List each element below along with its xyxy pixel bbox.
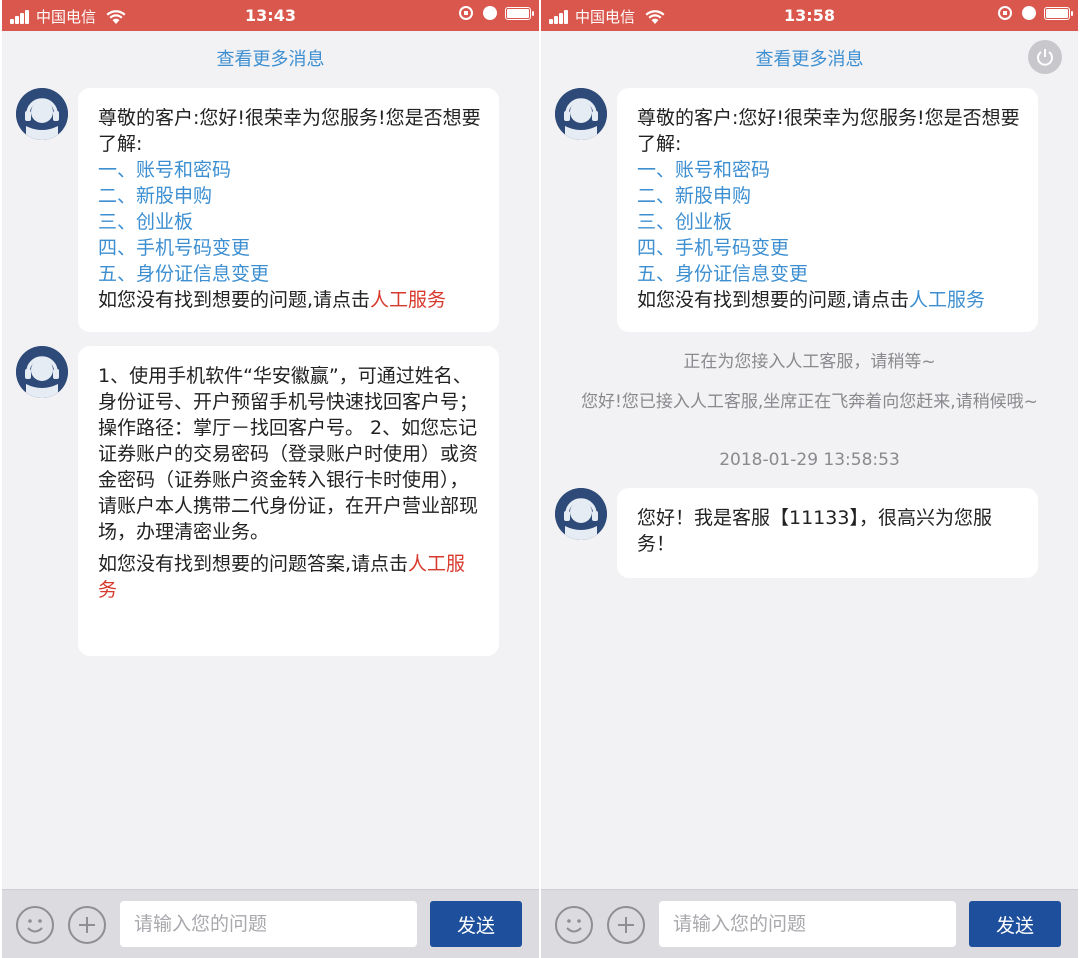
headset-icon <box>16 88 68 140</box>
alarm-icon <box>1022 6 1036 20</box>
smiley-icon <box>27 919 43 933</box>
message-text: 尊敬的客户:您好!很荣幸为您服务!您是否想要了解: <box>98 107 481 155</box>
option-ipo-subscription[interactable]: 二、新股申购 <box>637 183 1020 209</box>
system-message-connected: 您好!您已接入人工客服,坐席正在飞奔着向您赶来,请稍候哦~ <box>581 392 1038 412</box>
message-timestamp: 2018-01-29 13:58:53 <box>719 450 900 470</box>
orientation-lock-icon <box>459 6 473 20</box>
add-attachment-button[interactable] <box>607 906 645 944</box>
option-phone-change[interactable]: 四、手机号码变更 <box>98 235 481 261</box>
agent-avatar <box>555 488 607 540</box>
input-bar: 发送 <box>541 889 1078 958</box>
send-button[interactable]: 发送 <box>969 901 1061 947</box>
headset-icon <box>555 488 607 540</box>
option-phone-change[interactable]: 四、手机号码变更 <box>637 235 1020 261</box>
option-account-password[interactable]: 一、账号和密码 <box>637 157 1020 183</box>
emoji-button[interactable] <box>16 906 54 944</box>
agent-greeting-text: 您好！我是客服【11133】，很高兴为您服务！ <box>637 507 992 555</box>
answer-text: 1、使用手机软件“华安徽赢”，可通过姓名、身份证号、开户预留手机号快速找回客户号… <box>98 365 479 543</box>
agent-avatar <box>16 88 68 140</box>
system-message-connecting: 正在为您接入人工客服，请稍等~ <box>683 352 936 372</box>
option-ipo-subscription[interactable]: 二、新股申购 <box>98 183 481 209</box>
send-button[interactable]: 发送 <box>430 901 522 947</box>
human-service-link[interactable]: 人工服务 <box>370 289 446 311</box>
option-account-password[interactable]: 一、账号和密码 <box>98 157 481 183</box>
headset-icon <box>555 88 607 140</box>
smiley-icon <box>566 919 582 933</box>
bot-message-bubble: 尊敬的客户:您好!很荣幸为您服务!您是否想要了解: 一、账号和密码 二、新股申购… <box>617 88 1038 332</box>
option-id-change[interactable]: 五、身份证信息变更 <box>637 261 1020 287</box>
emoji-button[interactable] <box>555 906 593 944</box>
view-more-messages-link[interactable]: 查看更多消息 <box>2 45 539 71</box>
power-icon <box>1037 49 1053 66</box>
battery-icon <box>1044 6 1073 20</box>
plus-icon <box>79 917 95 933</box>
agent-avatar <box>16 346 68 398</box>
question-input[interactable] <box>659 901 956 947</box>
alarm-icon <box>483 6 497 20</box>
status-bar: 中国电信 13:58 <box>541 0 1078 31</box>
orientation-lock-icon <box>998 6 1012 20</box>
input-bar: 发送 <box>2 889 539 958</box>
chat-screen-left: 中国电信 13:43 查看更多消息 尊敬的客户:您好!很荣幸为您服务!您是否想要… <box>2 0 539 958</box>
question-input[interactable] <box>120 901 417 947</box>
bot-message-bubble: 尊敬的客户:您好!很荣幸为您服务!您是否想要了解: 一、账号和密码 二、新股申购… <box>78 88 499 332</box>
chat-screen-right: 中国电信 13:58 查看更多消息 尊敬的客户:您好!很荣幸为您服务!您是否想要… <box>541 0 1078 958</box>
status-bar: 中国电信 13:43 <box>2 0 539 31</box>
battery-icon <box>505 6 534 20</box>
message-footer: 如您没有找到想要的问题答案,请点击 <box>98 553 409 575</box>
add-attachment-button[interactable] <box>68 906 106 944</box>
option-growth-board[interactable]: 三、创业板 <box>98 209 481 235</box>
bot-answer-bubble: 1、使用手机软件“华安徽赢”，可通过姓名、身份证号、开户预留手机号快速找回客户号… <box>78 346 499 656</box>
message-footer: 如您没有找到想要的问题,请点击 <box>637 289 910 311</box>
message-text: 尊敬的客户:您好!很荣幸为您服务!您是否想要了解: <box>637 107 1020 155</box>
end-session-button[interactable] <box>1028 40 1062 74</box>
agent-greeting-bubble: 您好！我是客服【11133】，很高兴为您服务！ <box>617 488 1038 578</box>
human-service-link[interactable]: 人工服务 <box>909 289 985 311</box>
message-footer: 如您没有找到想要的问题,请点击 <box>98 289 371 311</box>
plus-icon <box>618 917 634 933</box>
option-growth-board[interactable]: 三、创业板 <box>637 209 1020 235</box>
option-id-change[interactable]: 五、身份证信息变更 <box>98 261 481 287</box>
headset-icon <box>16 346 68 398</box>
view-more-messages-link[interactable]: 查看更多消息 <box>541 45 1078 71</box>
agent-avatar <box>555 88 607 140</box>
